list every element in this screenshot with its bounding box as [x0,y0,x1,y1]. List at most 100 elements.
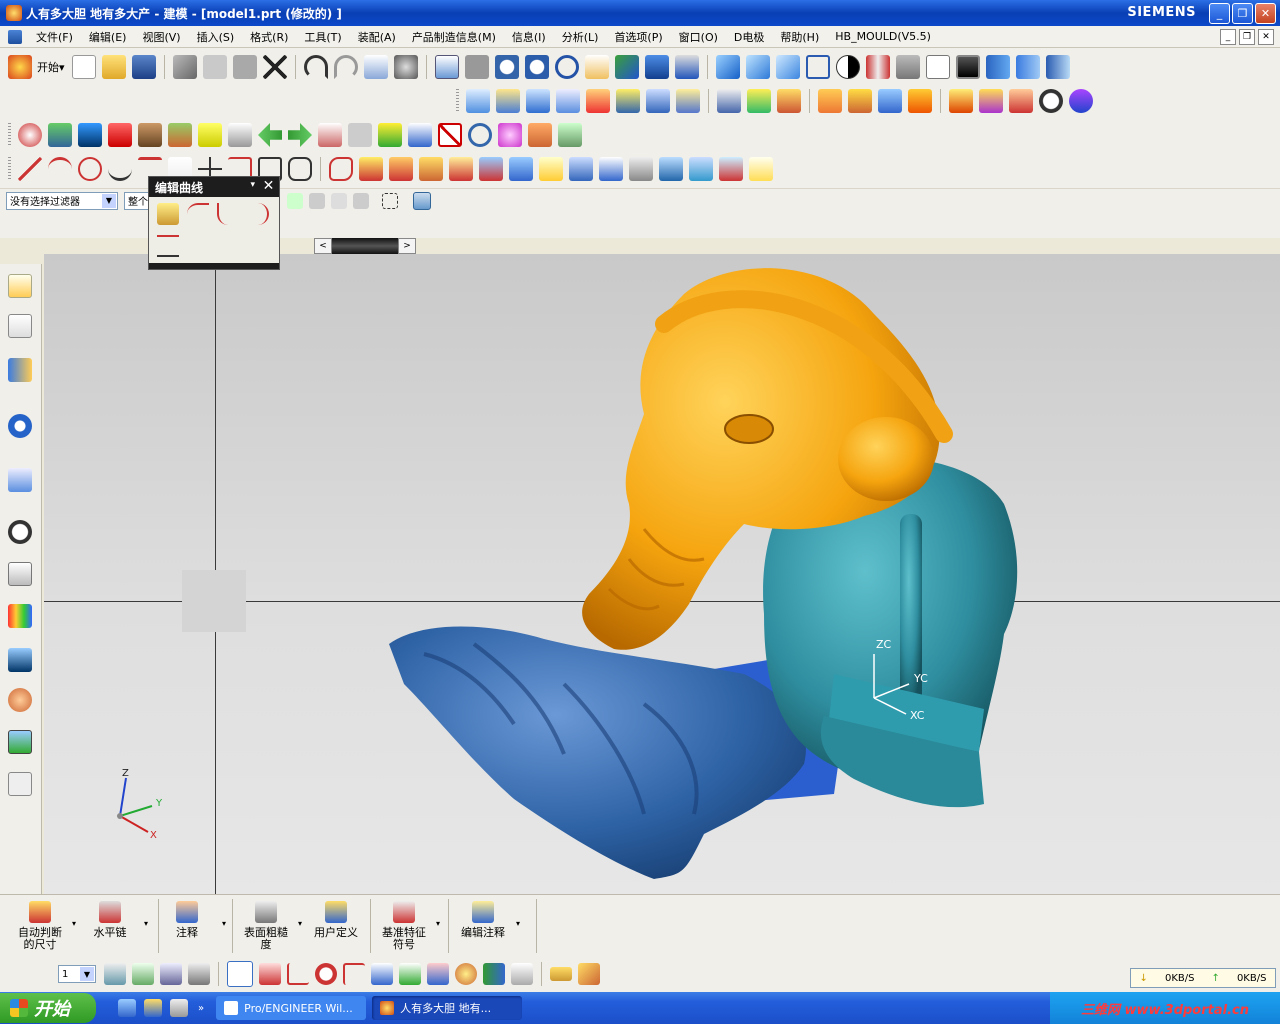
document-menu-icon[interactable] [8,29,22,44]
quicklaunch-more-icon[interactable]: » [198,1003,204,1014]
filter-3-icon[interactable] [331,192,347,209]
edit-curve-palette[interactable]: 编辑曲线 ▾ ✕ [148,176,280,270]
trimetric-view-icon[interactable] [715,55,740,79]
hide-icon[interactable] [895,55,920,79]
snap-endpoint-icon[interactable] [259,963,281,985]
text-icon[interactable] [408,123,432,147]
work-layer-select[interactable]: 1 ▼ [58,965,96,983]
shaded-icon[interactable] [775,55,800,79]
assembly-navigator-icon[interactable] [8,274,32,298]
curve-4-icon[interactable] [419,157,443,181]
surface-3-icon[interactable] [526,89,550,113]
surface-9-icon[interactable] [717,89,741,113]
feature-11-icon[interactable] [318,123,342,147]
surface-10-icon[interactable] [747,89,771,113]
section-view-icon[interactable] [865,55,890,79]
surface-7-icon[interactable] [646,89,670,113]
model-view[interactable]: ZC YC XC Z Y X [44,254,1280,894]
process-studio-icon[interactable] [8,648,32,672]
edit-curve-params-icon[interactable] [157,203,179,225]
surface-8-icon[interactable] [676,89,700,113]
curve-10-icon[interactable] [599,157,623,181]
curve-13-icon[interactable] [689,157,713,181]
redo-icon[interactable] [333,55,358,79]
menu-format[interactable]: 格式(R) [242,29,296,45]
undo-icon[interactable] [303,55,328,79]
orient-view-icon[interactable] [644,55,669,79]
repeat-command-icon[interactable] [393,55,418,79]
palette-close-button[interactable]: ✕ [261,179,276,194]
menu-help[interactable]: 帮助(H) [772,29,827,45]
mirror-icon[interactable] [1015,55,1040,79]
delete-icon[interactable] [262,55,287,79]
surface-16-icon[interactable] [949,89,973,113]
block-icon[interactable] [78,123,102,147]
curve-length-icon[interactable] [157,235,179,257]
quicklaunch-explorer-icon[interactable] [118,999,136,1017]
curve-14-icon[interactable] [719,157,743,181]
edit-annotation-button[interactable]: 编辑注释 [454,899,512,955]
surface-18-icon[interactable] [1009,89,1033,113]
layer-settings-icon[interactable] [104,963,126,985]
quicklaunch-app-icon[interactable] [170,999,188,1017]
curve-12-icon[interactable] [659,157,683,181]
zoom-window-icon[interactable] [464,55,489,79]
mesh-surface-icon[interactable] [556,89,580,113]
fit-view-icon[interactable] [434,55,459,79]
menu-view[interactable]: 视图(V) [134,29,188,45]
task-proengineer[interactable]: Pro/ENGINEER Wil... [216,996,367,1020]
graphics-window[interactable]: ZC YC XC Z Y X [44,254,1280,894]
horizontal-chain-button[interactable]: 水平链 [84,899,136,955]
start-button[interactable]: 开始▾ [37,59,65,75]
menu-information[interactable]: 信息(I) [504,29,554,45]
move-to-layer-icon[interactable] [188,963,210,985]
system-materials-icon[interactable] [8,562,32,586]
surface-12-icon[interactable] [818,89,842,113]
save-icon[interactable] [131,55,156,79]
feature-2-icon[interactable] [48,123,72,147]
point-icon[interactable] [78,157,102,181]
snap-arc-icon[interactable] [455,963,477,985]
feature-13-icon[interactable] [378,123,402,147]
chevron-down-icon[interactable]: ▼ [80,967,94,981]
render-style-icon[interactable] [835,55,860,79]
type-filter-select[interactable]: 没有选择过滤器 ▼ [6,191,118,210]
curve-2-icon[interactable] [359,157,383,181]
inferred-dimension-button[interactable]: 自动判断 的尺寸 [10,899,70,955]
doc-close-button[interactable]: ✕ [1258,29,1274,45]
surface-finish-button[interactable]: 表面粗糙度 [238,899,294,955]
menu-hb-mould[interactable]: HB_MOULD(V5.5) [827,30,939,43]
menu-insert[interactable]: 插入(S) [189,29,243,45]
start-icon[interactable] [8,55,32,79]
feature-6-icon[interactable] [168,123,192,147]
surface-13-icon[interactable] [848,89,872,113]
palette-dropdown-icon[interactable]: ▾ [250,180,255,190]
menu-pmi[interactable]: 产品制造信息(M) [404,29,504,45]
rotate-icon[interactable] [554,55,579,79]
slider-left-button[interactable]: < [314,238,332,254]
menu-window[interactable]: 窗口(O) [671,29,726,45]
trim-curve-icon[interactable] [187,203,209,225]
snap-pointer-icon[interactable] [511,963,533,985]
surface-17-icon[interactable] [979,89,1003,113]
no-entry-icon[interactable] [438,123,462,147]
surface-2-icon[interactable] [496,89,520,113]
curve-8-icon[interactable] [539,157,563,181]
curve-7-icon[interactable] [509,157,533,181]
feature-12-icon[interactable] [348,123,372,147]
task-nx[interactable]: 人有多大胆 地有... [372,996,523,1020]
menu-assembly[interactable]: 装配(A) [350,29,404,45]
quicklaunch-desktop-icon[interactable] [144,999,162,1017]
surface-14-icon[interactable] [878,89,902,113]
curve-6-icon[interactable] [479,157,503,181]
rect-select-icon[interactable] [382,192,398,209]
feature-4-icon[interactable] [108,123,132,147]
feature-7-icon[interactable] [198,123,222,147]
wireframe-icon[interactable] [805,55,830,79]
system-scenes-icon[interactable] [8,730,32,754]
clock-icon[interactable] [1039,89,1063,113]
minimize-button[interactable]: _ [1209,3,1230,24]
surface-11-icon[interactable] [777,89,801,113]
slider-track[interactable] [332,238,398,254]
feature-19-icon[interactable] [558,123,582,147]
